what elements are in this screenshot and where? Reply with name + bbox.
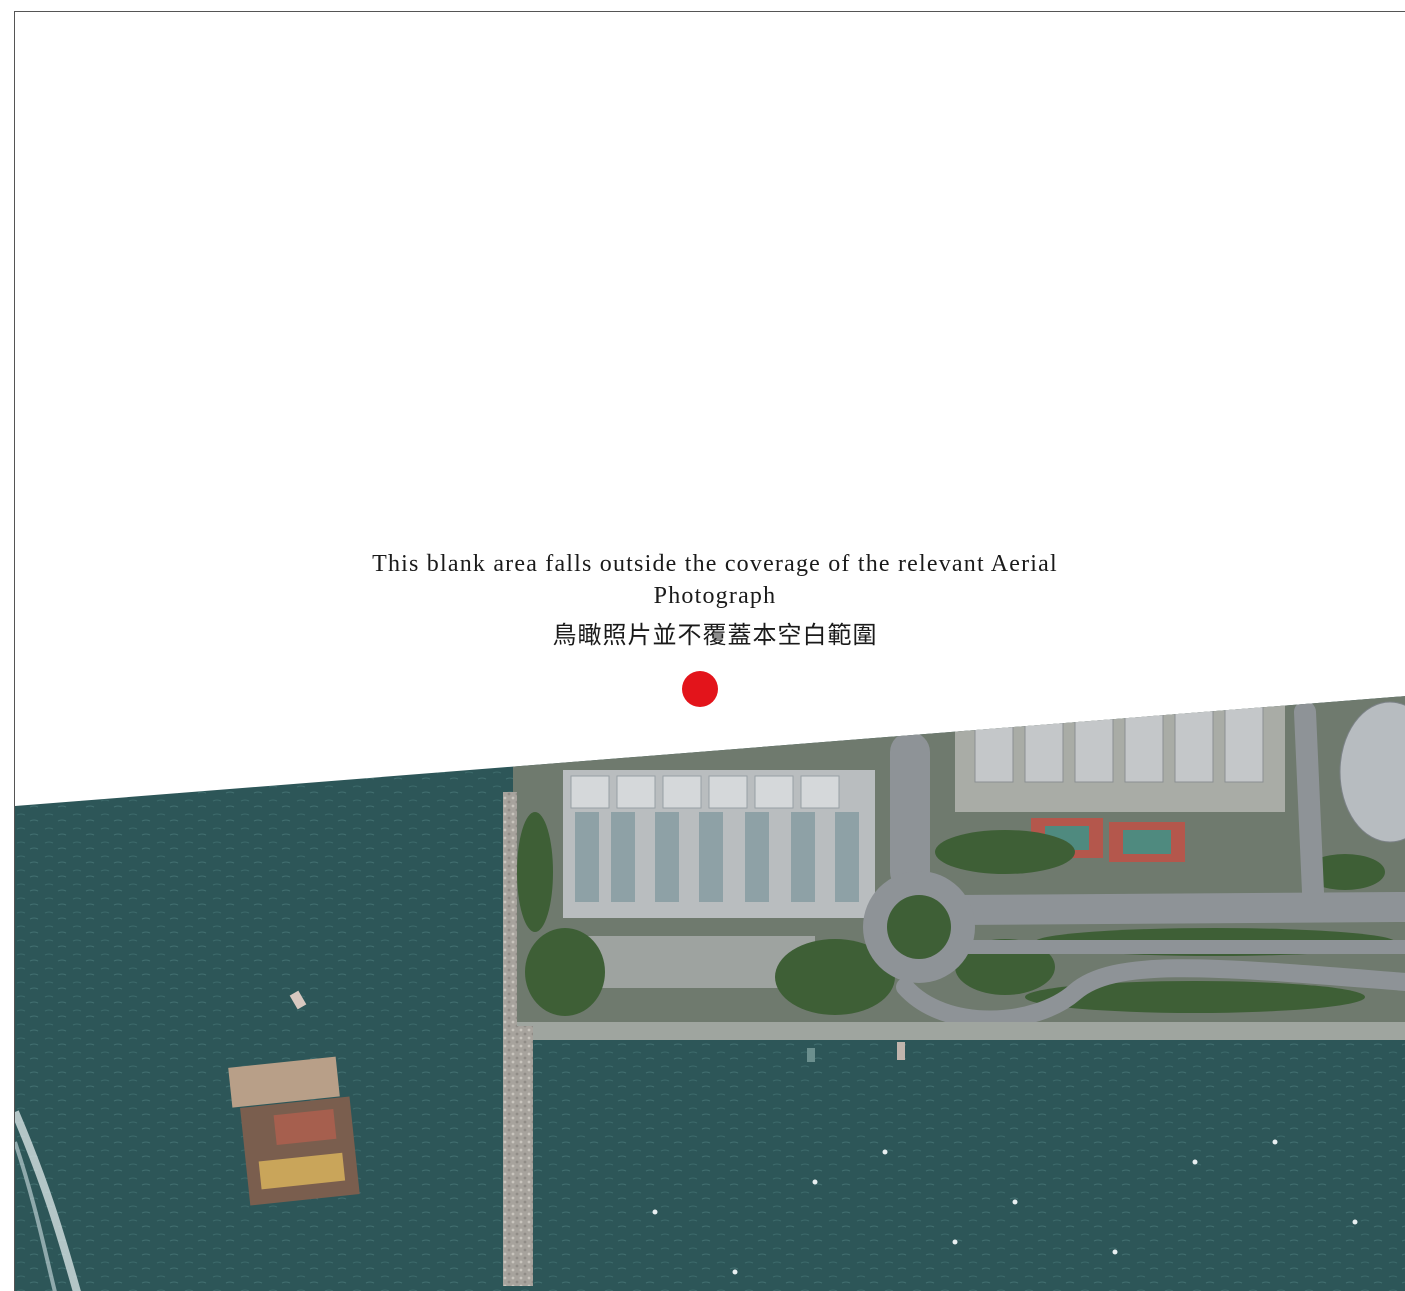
boat	[807, 1048, 815, 1062]
access-road	[1294, 701, 1324, 903]
notice-english: This blank area falls outside the covera…	[372, 551, 1058, 609]
map-frame: This blank area falls outside the covera…	[14, 11, 1405, 1291]
breakwater	[503, 1026, 533, 1286]
aerial-photograph	[15, 696, 1405, 1291]
notice-chinese: 鳥瞰照片並不覆蓋本空白範圍	[552, 621, 878, 649]
boat	[897, 1042, 905, 1060]
location-dot-icon	[682, 671, 718, 707]
main-road	[940, 892, 1405, 925]
coverage-notice: This blank area falls outside the covera…	[315, 548, 1115, 650]
